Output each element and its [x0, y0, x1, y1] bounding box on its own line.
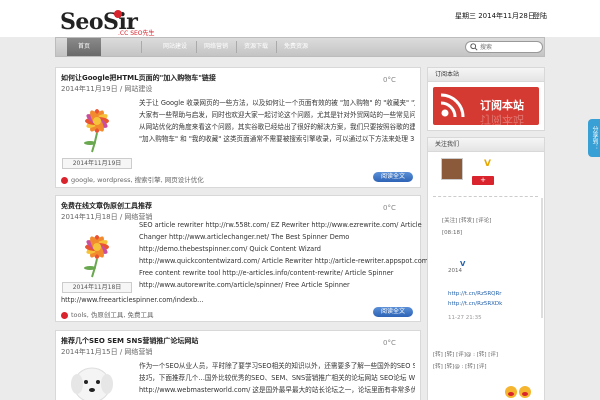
post-card: 免费在线文章伪原创工具推荐 2014年11月18日 / 网络营销 0°C 201… — [55, 195, 431, 322]
post-card: 如何让Google把HTML页面的"加入购物车"链接 2014年11月19日 /… — [55, 67, 421, 188]
post-card: 推荐几个SEO SEM SNS营销推广论坛网站 2014年11月15日 / 网络… — [55, 330, 421, 400]
post-date-box: 2014年11月18日 — [62, 282, 132, 293]
nav-item-site-building[interactable]: 网站建设 — [161, 38, 189, 56]
post-excerpt: SEO article rewriter http://rw.558t.com/… — [139, 219, 431, 291]
post-excerpt: 作为一个SEO从业人员，平时除了要学习SEO相关的知识以外，还需要多了解一些国外… — [139, 360, 415, 396]
read-more-button[interactable]: 阅读全文 — [373, 307, 413, 317]
excerpt-tail: http://www.freearticlespinner.com/indexb… — [61, 296, 204, 304]
verified-v-icon: V — [484, 159, 491, 169]
post-temperature: 0°C — [383, 204, 396, 212]
subscribe-text-reflection: 订阅本站 — [480, 113, 524, 125]
excerpt-line: Free content rewrite tool http://e-artic… — [139, 269, 394, 277]
tag-list[interactable]: tools, 伪原创工具, 免费工具 — [71, 311, 153, 319]
nav-item-marketing[interactable]: 网络营销 — [202, 38, 230, 56]
current-date: 星期三 2014年11月28日 — [455, 12, 535, 20]
post-excerpt: 关于让 Google 收录网页的一些方法，以及如何让一个页面有效的被 "加入购物… — [139, 97, 415, 145]
nav-divider — [141, 41, 142, 53]
subscribe-text: 订阅本站 — [480, 99, 524, 112]
nav-divider — [276, 41, 277, 53]
search-box[interactable] — [465, 41, 543, 53]
post-meta: 2014年11月15日 / 网络营销 — [61, 348, 153, 356]
post-title[interactable]: 免费在线文章伪原创工具推荐 — [61, 201, 152, 211]
feed-line[interactable]: [转] [转] [评]@ : [转] [评] — [433, 350, 498, 358]
avatar[interactable] — [441, 158, 463, 180]
share-tab[interactable]: 分享到： — [588, 119, 600, 157]
excerpt-line: 关于让 Google 收录网页的一些方法，以及如何让一个页面有效的被 "加入购物… — [139, 99, 415, 107]
excerpt-line: http://www.quickcontentwizard.com/ Artic… — [139, 257, 431, 265]
excerpt-line: SEO article rewriter http://rw.558t.com/… — [139, 221, 422, 229]
post-meta: 2014年11月19日 / 网站建设 — [61, 85, 153, 93]
excerpt-line: http://demo.thebestspinner.com/ Quick Co… — [139, 245, 321, 253]
login-link[interactable]: 登陆 — [533, 11, 547, 21]
widget-title: 订阅本站 — [428, 68, 544, 82]
site-header: SeoSir .CC SEO先生 星期三 2014年11月28日 登陆 — [0, 0, 600, 37]
post-temperature: 0°C — [383, 76, 396, 84]
follow-button[interactable]: + — [472, 176, 494, 185]
post-tags: google, wordpress, 搜索引擎, 网页设计优化 — [61, 174, 204, 184]
excerpt-line: http://www.autorewrite.com/article/spinn… — [139, 281, 350, 289]
nav-item-downloads[interactable]: 资源下载 — [242, 38, 270, 56]
post-title[interactable]: 如何让Google把HTML页面的"加入购物车"链接 — [61, 73, 216, 83]
subscribe-widget: 订阅本站 订阅本站 订阅本站 — [427, 67, 545, 131]
nav-divider — [236, 41, 237, 53]
post-date-box: 2014年11月19日 — [62, 158, 132, 169]
follow-widget: 关注我们 V + [关注] [转发] [评论] [08:18] 2014 V h… — [427, 137, 545, 400]
rss-icon — [440, 93, 465, 118]
excerpt-line: 大家有一些帮助与启发，同时也欢迎大家一起讨论这个问题，尤其是针对外贸网站的一些常… — [139, 111, 415, 119]
feed-scrollbar[interactable] — [541, 198, 543, 318]
search-input[interactable] — [480, 42, 540, 52]
excerpt-line: "加入购物车" 和 "我的收藏" 这类页面通常不需要被搜索引擎收录，可以通过以下… — [139, 135, 415, 143]
post-tags: tools, 伪原创工具, 免费工具 — [61, 309, 153, 319]
feed-link[interactable]: http://t.cn/Rz5RQRr — [448, 291, 502, 297]
nav-item-free-resources[interactable]: 免费资源 — [282, 38, 310, 56]
widget-title: 关注我们 — [428, 138, 544, 152]
post-title[interactable]: 推荐几个SEO SEM SNS营销推广论坛网站 — [61, 336, 198, 346]
emoji-icon — [505, 386, 531, 398]
post-temperature: 0°C — [383, 339, 396, 347]
excerpt-line: 技巧，下面推荐几个…国外比较优秀的SEO、SEM、SNS营销推广相关的论坛网站 … — [139, 374, 415, 382]
excerpt-line: 作为一个SEO从业人员，平时除了要学习SEO相关的知识以外，还需要多了解一些国外… — [139, 362, 415, 370]
read-more-button[interactable]: 阅读全文 — [373, 172, 413, 182]
tag-list[interactable]: google, wordpress, 搜索引擎, 网页设计优化 — [71, 176, 204, 184]
nav-divider — [196, 41, 197, 53]
dog-thumbnail-icon[interactable] — [62, 359, 122, 400]
excerpt-line: 从网站优化的角度来看这个问题，其实谷歌已经给出了很好的解决方案，我们只要按照谷歌… — [139, 123, 415, 131]
excerpt-line: Changer http://www.articlechanger.net/ T… — [139, 233, 350, 241]
feed-line[interactable]: [转] [转]@ : [转] [评] — [433, 362, 487, 370]
main-nav: 首页 网站建设 网络营销 资源下载 免费资源 — [55, 37, 545, 57]
feed-time: [08:18] — [442, 230, 463, 236]
tag-icon — [61, 176, 68, 184]
feed-link[interactable]: http://t.cn/Rz5RXDk — [448, 301, 502, 307]
flower-thumbnail-icon[interactable] — [62, 99, 132, 154]
feed-line[interactable]: [关注] [转发] [评论] — [442, 216, 491, 224]
search-icon[interactable] — [470, 43, 478, 51]
verified-v-icon: V — [460, 260, 466, 268]
excerpt-line: http://www.webmasterworld.com/ 这是国外最早最大的… — [139, 386, 415, 394]
feed-time: 11-27 21:35 — [448, 315, 482, 321]
divider — [433, 196, 538, 197]
logo-subtitle: .CC SEO先生 — [118, 30, 155, 37]
subscribe-banner[interactable]: 订阅本站 订阅本站 — [433, 87, 539, 125]
feed-year: 2014 — [448, 268, 462, 274]
nav-item-home[interactable]: 首页 — [67, 38, 101, 56]
flower-thumbnail-icon[interactable] — [62, 226, 132, 278]
logo-badge-icon — [114, 10, 122, 18]
tag-icon — [61, 311, 68, 319]
